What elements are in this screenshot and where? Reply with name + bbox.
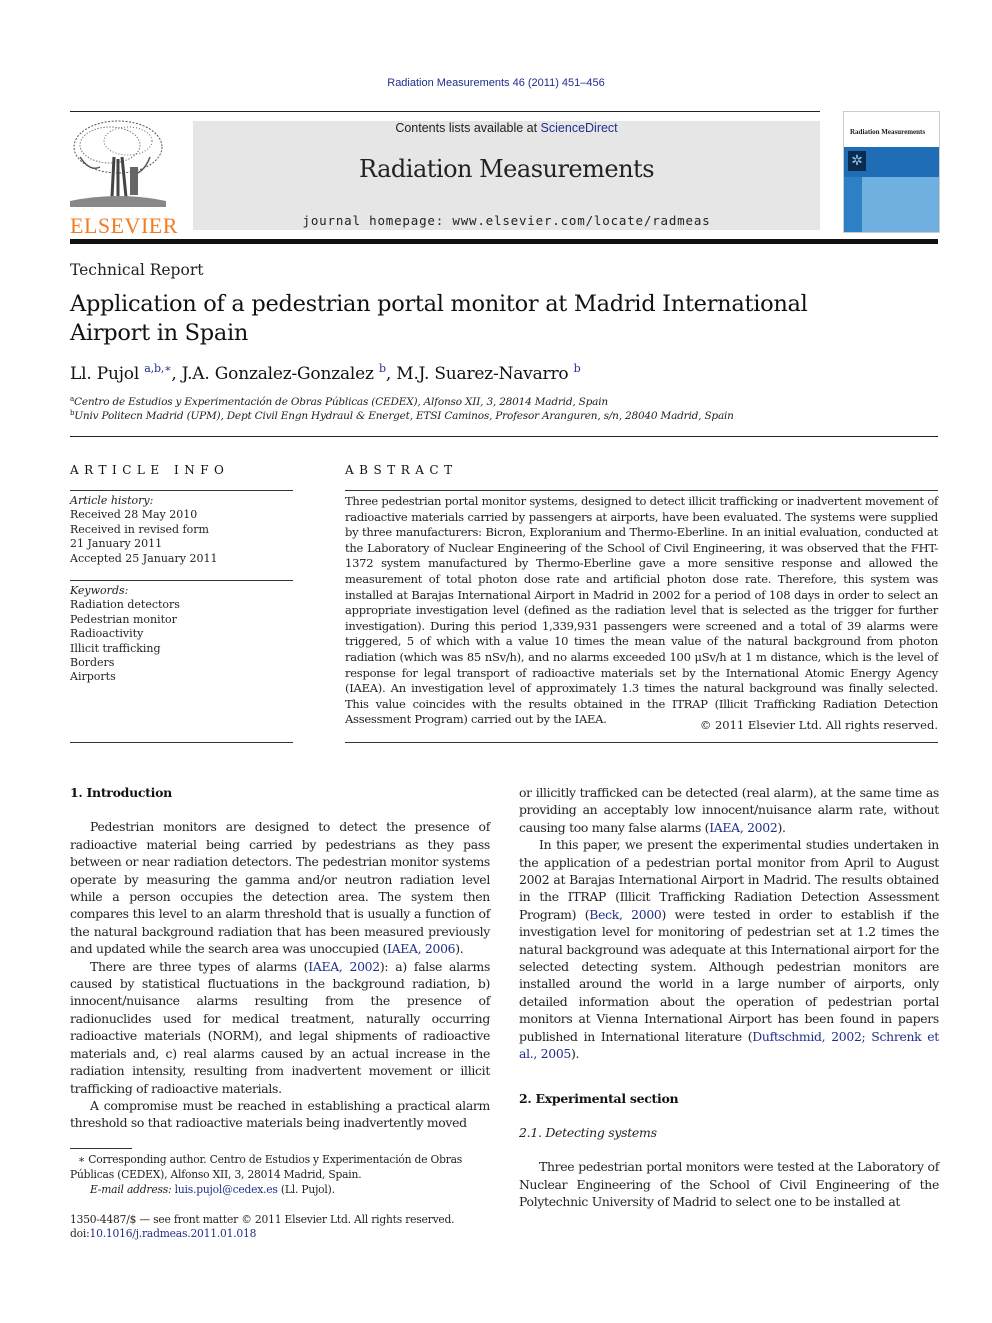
paragraph-text: ). <box>777 819 786 835</box>
corresponding-author-note: ∗ Corresponding author. Centro de Estudi… <box>70 1153 463 1181</box>
affiliation-text: Centro de Estudios y Experimentación de … <box>73 396 608 408</box>
abstract-bottom-rule <box>345 742 938 743</box>
atom-icon: ✲ <box>848 151 866 171</box>
article-title-line-1: Application of a pedestrian portal monit… <box>70 291 808 317</box>
history-label: Article history: <box>70 494 154 507</box>
paragraph-text: ) were tested in order to establish if t… <box>519 906 939 1044</box>
author-separator: , <box>171 364 182 384</box>
journal-cover-thumbnail[interactable]: Radiation Measurements ✲ <box>843 111 940 233</box>
subsection-2-1-heading: 2.1. Detecting systems <box>519 1124 657 1140</box>
body-left-column: 1. Introduction Pedestrian monitors are … <box>70 784 490 1132</box>
contents-available-line: Contents lists available at ScienceDirec… <box>193 121 820 135</box>
history-item: Accepted 25 January 2011 <box>70 551 218 565</box>
doi-link[interactable]: 10.1016/j.radmeas.2011.01.018 <box>90 1227 257 1240</box>
email-link[interactable]: luis.pujol@cedex.es <box>175 1183 278 1196</box>
journal-title: Radiation Measurements <box>358 155 655 183</box>
paragraph: Pedestrian monitors are designed to dete… <box>70 818 490 957</box>
paragraph-text: Pedestrian monitors are designed to dete… <box>70 819 490 957</box>
elsevier-wordmark: ELSEVIER <box>70 213 178 238</box>
email-label: E-mail address: <box>90 1183 172 1196</box>
paragraph-text: There are three types of alarms ( <box>90 958 309 974</box>
citation-link[interactable]: IAEA, 2006 <box>387 941 456 956</box>
cover-sidebar <box>844 177 862 232</box>
history-item: 21 January 2011 <box>70 537 163 551</box>
journal-homepage-link[interactable]: journal homepage: www.elsevier.com/locat… <box>193 213 820 228</box>
keywords-label: Keywords: <box>70 584 129 597</box>
affiliation-text: Univ Politecn Madrid (UPM), Dept Civil E… <box>74 410 734 422</box>
paragraph-text: ). <box>571 1046 580 1062</box>
citation-link[interactable]: IAEA, 2002 <box>709 820 778 835</box>
article-info-bottom-rule <box>70 742 293 743</box>
frontmatter-rule <box>70 436 938 437</box>
paragraph: or illicitly trafficked can be detected … <box>519 784 939 836</box>
abstract-copyright: © 2011 Elsevier Ltd. All rights reserved… <box>699 718 938 732</box>
email-note: E-mail address: luis.pujol@cedex.es (Ll.… <box>90 1182 510 1197</box>
header-rule <box>70 111 820 112</box>
header-thick-rule <box>70 239 938 244</box>
affiliation-b: bUniv Politecn Madrid (UPM), Dept Civil … <box>70 409 734 422</box>
keyword-item: Radioactivity <box>70 627 144 641</box>
abstract-text: Three pedestrian portal monitor systems,… <box>345 494 938 727</box>
paragraph: A compromise must be reached in establis… <box>70 1097 490 1131</box>
author-affiliation-marker[interactable]: b <box>574 362 581 375</box>
body-right-column: or illicitly trafficked can be detected … <box>519 784 939 1211</box>
keywords: Keywords: Radiation detectors Pedestrian… <box>70 584 293 685</box>
paragraph: In this paper, we present the experiment… <box>519 836 939 1062</box>
issn-line: 1350-4487/$ — see front matter © 2011 El… <box>70 1213 455 1226</box>
paragraph-text: ): a) false alarms caused by statistical… <box>70 958 491 1096</box>
abstract-rule <box>345 490 938 491</box>
journal-header-box: Contents lists available at ScienceDirec… <box>193 121 820 230</box>
article-info-rule <box>70 490 293 491</box>
abstract-heading: ABSTRACT <box>345 463 458 477</box>
keywords-rule <box>70 580 293 581</box>
article-title: Application of a pedestrian portal monit… <box>70 290 830 348</box>
history-item: Received in revised form <box>70 522 209 536</box>
affiliation-a: aCentro de Estudios y Experimentación de… <box>70 395 608 408</box>
author-affiliation-marker[interactable]: b <box>379 362 386 375</box>
contents-prefix: Contents lists available at <box>395 121 541 135</box>
author-affiliation-marker[interactable]: a,b,∗ <box>144 362 171 375</box>
doi-line: doi:10.1016/j.radmeas.2011.01.018 <box>70 1226 490 1241</box>
keyword-item: Borders <box>70 656 115 670</box>
section-2-heading: 2. Experimental section <box>519 1090 679 1106</box>
author-name[interactable]: J.A. Gonzalez-Gonzalez <box>182 364 374 384</box>
elsevier-logo[interactable]: ELSEVIER <box>70 117 177 238</box>
author-name[interactable]: Ll. Pujol <box>70 364 139 384</box>
article-title-line-2: Airport in Spain <box>70 320 249 346</box>
keyword-item: Illicit trafficking <box>70 641 161 655</box>
paragraph: Three pedestrian portal monitors were te… <box>519 1159 939 1210</box>
paragraph-text: ). <box>455 941 464 957</box>
section-1-heading: 1. Introduction <box>70 785 172 800</box>
article-history: Article history: Received 28 May 2010 Re… <box>70 494 293 566</box>
elsevier-tree-icon <box>70 120 166 207</box>
paragraph: There are three types of alarms (IAEA, 2… <box>70 958 490 1097</box>
author-list: Ll. Pujol a,b,∗, J.A. Gonzalez-Gonzalez … <box>70 362 581 384</box>
article-type: Technical Report <box>70 261 204 279</box>
keyword-item: Airports <box>70 670 116 684</box>
author-name[interactable]: M.J. Suarez-Navarro <box>396 364 568 384</box>
citation-link[interactable]: Beck, 2000 <box>589 907 662 922</box>
email-suffix: (Ll. Pujol). <box>277 1183 335 1196</box>
keyword-item: Pedestrian monitor <box>70 612 177 626</box>
doi-label: doi: <box>70 1227 90 1240</box>
history-item: Received 28 May 2010 <box>70 508 198 522</box>
citation-link[interactable]: IAEA, 2002 <box>308 959 380 974</box>
keyword-item: Radiation detectors <box>70 598 180 612</box>
journal-reference-link[interactable]: Radiation Measurements 46 (2011) 451–456 <box>0 77 992 89</box>
article-info-heading: ARTICLE INFO <box>70 463 230 477</box>
cover-title: Radiation Measurements <box>850 128 926 136</box>
author-separator: , <box>385 364 397 384</box>
footnote-rule <box>70 1148 132 1149</box>
sciencedirect-link[interactable]: ScienceDirect <box>541 121 618 135</box>
